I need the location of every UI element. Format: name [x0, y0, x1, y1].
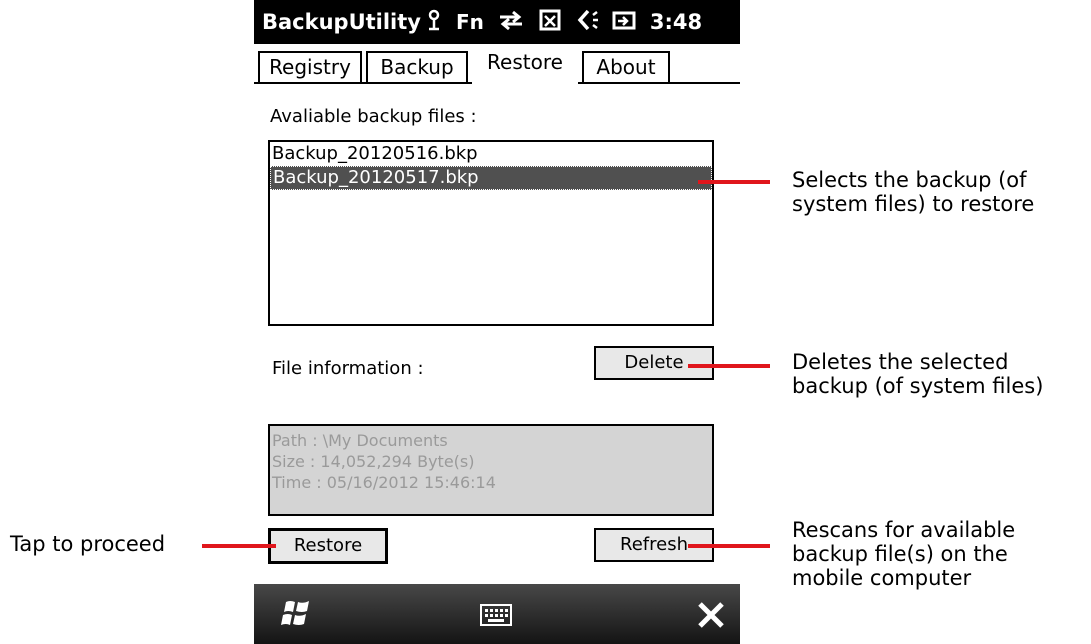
callout-delete: Deletes the selected backup (of system f…: [792, 350, 1043, 398]
callout-text: Selects the backup (of system files) to …: [792, 168, 1035, 216]
callout-pointer-select: [698, 180, 770, 184]
callout-text: Tap to proceed: [10, 532, 166, 556]
tab-about[interactable]: About: [582, 51, 670, 82]
antenna-icon[interactable]: [426, 9, 442, 36]
info-path: Path : \My Documents: [272, 431, 448, 450]
keyboard-icon[interactable]: [480, 604, 512, 630]
windows-start-icon[interactable]: [280, 598, 314, 634]
callout-text: Deletes the selected backup (of system f…: [792, 350, 1044, 398]
file-information-label: File information :: [272, 358, 424, 379]
tab-bar: Registry Backup Restore About: [254, 44, 740, 84]
battery-charging-icon[interactable]: [612, 9, 636, 36]
available-files-label: Avaliable backup files :: [270, 106, 477, 127]
file-information-box: Path : \My Documents Size : 14,052,294 B…: [268, 424, 714, 516]
backup-file-list[interactable]: Backup_20120516.bkp Backup_20120517.bkp: [268, 140, 714, 326]
delete-button[interactable]: Delete: [594, 346, 714, 380]
tab-restore[interactable]: Restore: [472, 46, 578, 84]
signal-off-icon[interactable]: [538, 8, 562, 37]
sync-arrows-icon[interactable]: [498, 9, 524, 36]
tab-backup[interactable]: Backup: [366, 51, 468, 82]
list-item[interactable]: Backup_20120516.bkp: [270, 142, 712, 166]
tab-registry[interactable]: Registry: [258, 51, 362, 82]
callout-pointer-delete: [688, 364, 770, 368]
info-time: Time : 05/16/2012 15:46:14: [272, 473, 496, 492]
callout-pointer-proceed: [202, 544, 276, 548]
close-icon[interactable]: [696, 600, 726, 634]
callout-refresh: Rescans for available backup file(s) on …: [792, 518, 1015, 590]
callout-pointer-refresh: [688, 544, 770, 548]
info-size: Size : 14,052,294 Byte(s): [272, 452, 475, 471]
speaker-icon[interactable]: [576, 8, 598, 37]
restore-button[interactable]: Restore: [268, 528, 388, 564]
app-title: BackupUtility: [262, 10, 421, 34]
status-bar: BackupUtility Fn 3:48: [254, 0, 740, 44]
clock: 3:48: [649, 10, 703, 34]
callout-proceed: Tap to proceed: [10, 532, 165, 556]
callout-text: Rescans for available backup file(s) on …: [792, 518, 1016, 590]
callout-select-backup: Selects the backup (of system files) to …: [792, 168, 1034, 216]
device-screen: BackupUtility Fn 3:48 Registry Backup Re…: [254, 0, 740, 644]
taskbar: [254, 584, 740, 644]
list-item-selected[interactable]: Backup_20120517.bkp: [270, 166, 712, 190]
restore-panel: Avaliable backup files : Backup_20120516…: [254, 84, 740, 584]
fn-indicator[interactable]: Fn: [456, 10, 484, 34]
